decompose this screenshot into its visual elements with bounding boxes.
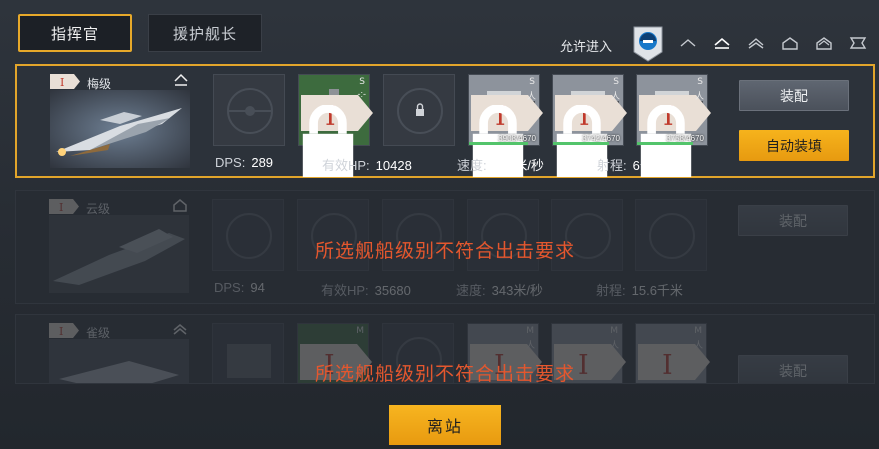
- svg-text:I: I: [60, 76, 64, 89]
- slot-sub-label: 人: [526, 91, 536, 101]
- ship-class-badge: I: [50, 74, 80, 89]
- rank-filter-4-icon[interactable]: [780, 35, 800, 51]
- durability-bar: [553, 142, 609, 145]
- slot-size-label: S: [359, 77, 365, 87]
- class-requirement-warning: 所选舰船级别不符合出击要求: [314, 364, 575, 384]
- effective-hp-stat: 有效HP: 10428: [322, 158, 412, 173]
- rank-filter-1-icon[interactable]: [678, 35, 698, 51]
- rank-filter-3-icon[interactable]: [746, 35, 766, 51]
- slot-sub-label: 人: [693, 340, 703, 350]
- slot-size-label: S: [529, 77, 535, 87]
- range-stat: 射程: 15.6千米: [596, 283, 683, 298]
- slot-size-label: M: [610, 326, 618, 336]
- slot-sub-label: 人: [610, 91, 620, 101]
- weapon-slot-3[interactable]: I S 人 3758/4670: [636, 74, 711, 177]
- slot-sub-label: -:-: [357, 89, 367, 99]
- faction-shield-icon[interactable]: [633, 26, 663, 62]
- durability-bar: [469, 142, 528, 145]
- equip-button[interactable]: 装配: [739, 80, 849, 111]
- locked-slot[interactable]: [383, 74, 455, 146]
- speed-stat: 速度: 638米/秒: [457, 158, 544, 173]
- range-stat: 射程: 6千米: [597, 158, 666, 173]
- ship-row-yun: I 云级 DPS: 94 有效HP: 35680 速度: 343米/秒 射程: 15.6…: [15, 190, 875, 304]
- ship-row-mei[interactable]: I 梅级 I S -:- I S 人 3908/4670 I S 人 3742/…: [15, 64, 875, 178]
- slot-size-label: M: [694, 326, 702, 336]
- tier-house-icon: [172, 198, 188, 212]
- weapon-slot-1[interactable]: I S 人 3908/4670: [468, 74, 543, 177]
- tier-double-chevron-icon: [172, 322, 188, 336]
- slot-size-label: M: [526, 326, 534, 336]
- ship-row-que: I 雀级 I M I M 人 I M 人 I M 人 装配 所选舰船级别不符合出…: [15, 314, 875, 384]
- ship-image-mei: [50, 90, 190, 168]
- rank-filter-2-icon[interactable]: [712, 35, 732, 51]
- ship-class-badge: I: [49, 199, 79, 214]
- svg-text:I: I: [59, 201, 63, 214]
- durability-bar: [637, 142, 693, 145]
- allow-entry-label: 允许进入: [560, 39, 613, 54]
- tab-commander[interactable]: 指挥官: [18, 14, 132, 52]
- class-requirement-warning: 所选舰船级别不符合出击要求: [314, 241, 575, 262]
- slot-size-label: S: [613, 77, 619, 87]
- rank-filter-6-icon[interactable]: [848, 35, 868, 51]
- slot-sub-label: 人: [609, 340, 619, 350]
- rank-filter-5-icon[interactable]: [814, 35, 834, 51]
- tab-escort-captain[interactable]: 援护舰长: [148, 14, 262, 52]
- leave-station-button[interactable]: 离站: [389, 405, 501, 445]
- slot-sub-label: 人: [694, 91, 704, 101]
- slot-size-label: S: [697, 77, 703, 87]
- dps-stat: DPS: 94: [214, 280, 265, 295]
- svg-text:I: I: [59, 325, 63, 338]
- weapon-slot-2[interactable]: I S 人 3742/4670: [552, 74, 627, 177]
- auto-fill-button[interactable]: 自动装填: [739, 130, 849, 161]
- empty-slot-1[interactable]: [213, 74, 285, 146]
- equip-button: 装配: [738, 205, 848, 236]
- tier-chevron-icon: [173, 73, 189, 87]
- slot-size-label: M: [356, 326, 364, 336]
- equipped-module-slot[interactable]: I S -:-: [298, 74, 373, 177]
- ship-class-badge: I: [49, 323, 79, 338]
- dps-stat: DPS: 289: [215, 155, 274, 170]
- effective-hp-stat: 有效HP: 35680: [321, 283, 411, 298]
- slot-sub-label: 人: [525, 340, 535, 350]
- speed-stat: 速度: 343米/秒: [456, 283, 543, 298]
